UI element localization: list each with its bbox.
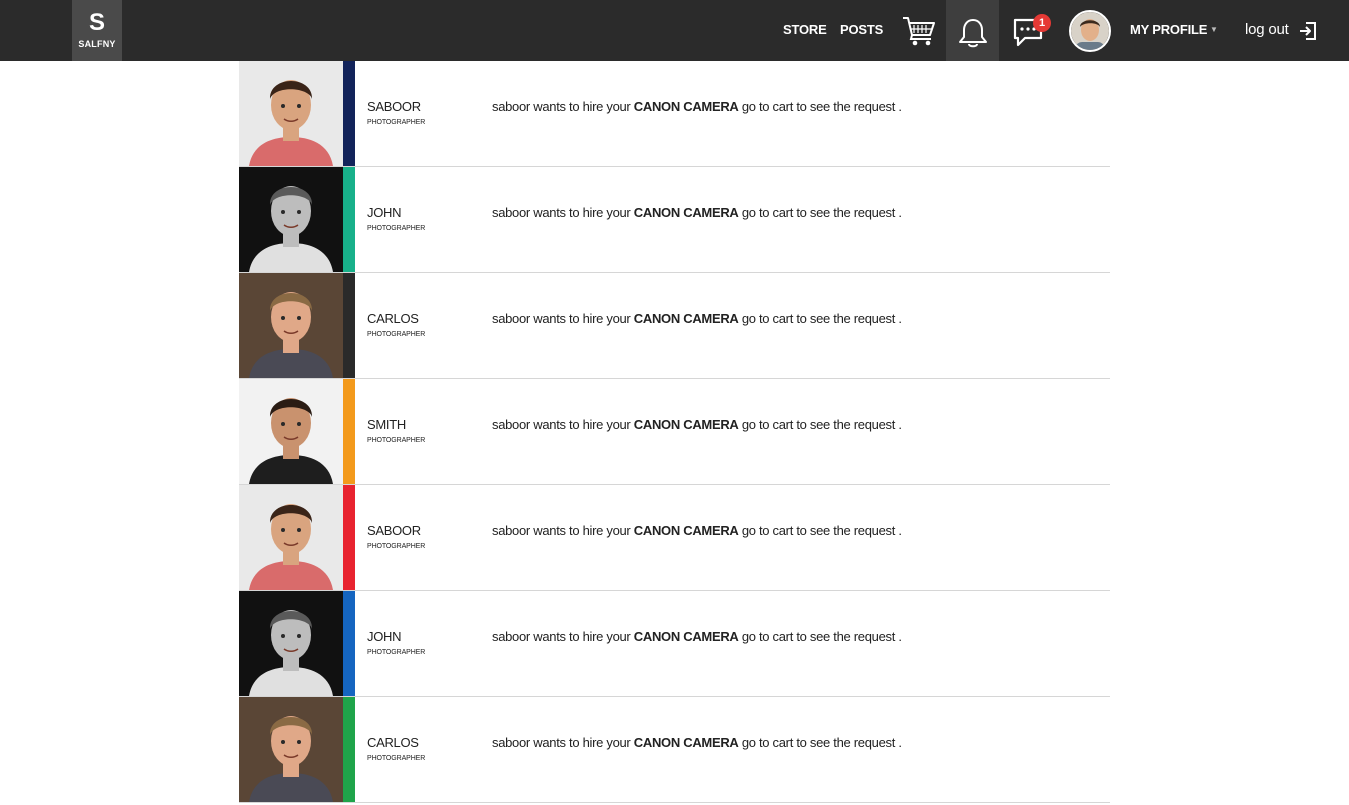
requested-item: CANON CAMERA — [633, 735, 739, 750]
requested-item: CANON CAMERA — [633, 99, 739, 114]
message-suffix: go to cart to see the request . — [741, 205, 902, 220]
notification-message[interactable]: saboor wants to hire your CANON CAMERA g… — [492, 205, 902, 220]
notification-row[interactable]: SABOOR PHOTOGRAPHER saboor wants to hire y… — [239, 61, 1110, 167]
user-photo[interactable] — [239, 167, 343, 272]
category-color-stripe — [343, 697, 355, 802]
user-role: PHOTOGRAPHER — [367, 543, 426, 550]
logo-wordmark: SALFNY — [78, 39, 116, 49]
user-role: PHOTOGRAPHER — [367, 437, 426, 444]
user-photo[interactable] — [239, 273, 343, 378]
user-role: PHOTOGRAPHER — [367, 225, 426, 232]
notification-message[interactable]: saboor wants to hire your CANON CAMERA g… — [492, 523, 902, 538]
message-suffix: go to cart to see the request . — [741, 417, 902, 432]
message-prefix: saboor wants to hire your — [492, 523, 631, 538]
notification-row[interactable]: CARLOS PHOTOGRAPHER saboor wants to hire y… — [239, 697, 1110, 803]
category-color-stripe — [343, 273, 355, 378]
notification-list: SABOOR PHOTOGRAPHER saboor wants to hire y… — [239, 61, 1110, 803]
category-color-stripe — [343, 379, 355, 484]
message-suffix: go to cart to see the request . — [741, 523, 902, 538]
bell-icon[interactable] — [957, 17, 989, 49]
user-photo[interactable] — [239, 379, 343, 484]
nav-store-link[interactable]: STORE — [783, 22, 827, 37]
requested-item: CANON CAMERA — [633, 311, 739, 326]
message-suffix: go to cart to see the request . — [741, 99, 902, 114]
user-name[interactable]: CARLOS — [367, 735, 419, 750]
message-suffix: go to cart to see the request . — [741, 629, 902, 644]
notification-row[interactable]: JOHN PHOTOGRAPHER saboor wants to hire you… — [239, 591, 1110, 697]
notification-message[interactable]: saboor wants to hire your CANON CAMERA g… — [492, 99, 902, 114]
user-name[interactable]: SABOOR — [367, 99, 421, 114]
logout-icon[interactable] — [1298, 21, 1318, 41]
category-color-stripe — [343, 61, 355, 166]
cart-icon[interactable] — [902, 15, 936, 47]
message-prefix: saboor wants to hire your — [492, 629, 631, 644]
salfny-logo[interactable]: S SALFNY — [72, 0, 122, 61]
user-role: PHOTOGRAPHER — [367, 649, 426, 656]
message-prefix: saboor wants to hire your — [492, 417, 631, 432]
user-name[interactable]: JOHN — [367, 629, 402, 644]
notification-row[interactable]: JOHN PHOTOGRAPHER saboor wants to hire you… — [239, 167, 1110, 273]
user-role: PHOTOGRAPHER — [367, 119, 426, 126]
top-navigation-bar: S SALFNY STORE POSTS 1 MY PROFILE ▼ log … — [0, 0, 1349, 61]
notification-message[interactable]: saboor wants to hire your CANON CAMERA g… — [492, 311, 902, 326]
notification-row[interactable]: SABOOR PHOTOGRAPHER saboor wants to hire y… — [239, 485, 1110, 591]
user-name[interactable]: JOHN — [367, 205, 402, 220]
user-avatar[interactable] — [1069, 10, 1111, 52]
message-count-badge: 1 — [1033, 14, 1051, 32]
logout-link[interactable]: log out — [1245, 21, 1289, 38]
user-role: PHOTOGRAPHER — [367, 331, 426, 338]
notification-row[interactable]: SMITH PHOTOGRAPHER saboor wants to hire yo… — [239, 379, 1110, 485]
notification-message[interactable]: saboor wants to hire your CANON CAMERA g… — [492, 417, 902, 432]
user-name[interactable]: CARLOS — [367, 311, 419, 326]
message-prefix: saboor wants to hire your — [492, 735, 631, 750]
message-suffix: go to cart to see the request . — [741, 735, 902, 750]
category-color-stripe — [343, 485, 355, 590]
requested-item: CANON CAMERA — [633, 629, 739, 644]
user-role: PHOTOGRAPHER — [367, 755, 426, 762]
notification-message[interactable]: saboor wants to hire your CANON CAMERA g… — [492, 735, 902, 750]
user-photo[interactable] — [239, 591, 343, 696]
user-photo[interactable] — [239, 697, 343, 802]
category-color-stripe — [343, 167, 355, 272]
message-prefix: saboor wants to hire your — [492, 205, 631, 220]
requested-item: CANON CAMERA — [633, 523, 739, 538]
notification-message[interactable]: saboor wants to hire your CANON CAMERA g… — [492, 629, 902, 644]
my-profile-link[interactable]: MY PROFILE — [1130, 22, 1207, 37]
requested-item: CANON CAMERA — [633, 417, 739, 432]
nav-posts-link[interactable]: POSTS — [840, 22, 883, 37]
message-prefix: saboor wants to hire your — [492, 99, 631, 114]
logo-letter: S — [88, 9, 105, 36]
user-name[interactable]: SABOOR — [367, 523, 421, 538]
user-name[interactable]: SMITH — [367, 417, 406, 432]
user-photo[interactable] — [239, 61, 343, 166]
requested-item: CANON CAMERA — [633, 205, 739, 220]
message-suffix: go to cart to see the request . — [741, 311, 902, 326]
message-prefix: saboor wants to hire your — [492, 311, 631, 326]
user-photo[interactable] — [239, 485, 343, 590]
notification-row[interactable]: CARLOS PHOTOGRAPHER saboor wants to hire y… — [239, 273, 1110, 379]
chevron-down-icon[interactable]: ▼ — [1210, 25, 1218, 34]
category-color-stripe — [343, 591, 355, 696]
